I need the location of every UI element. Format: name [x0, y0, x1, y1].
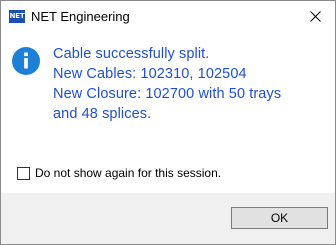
message-line: and 48 splices. [53, 106, 152, 122]
info-icon [12, 47, 40, 75]
message-text: Cable successfully split. New Cables: 10… [53, 44, 323, 124]
do-not-show-checkbox[interactable] [17, 167, 30, 180]
window-title: NET Engineering [31, 9, 130, 24]
app-logo-icon: NET [9, 10, 25, 23]
title-bar[interactable]: NET NET Engineering [1, 1, 335, 32]
close-button[interactable] [297, 2, 334, 31]
message-line: New Cables: 102310, 102504 [53, 66, 247, 82]
message-line: New Closure: 102700 with 50 trays [53, 86, 282, 102]
close-icon [310, 11, 321, 22]
dialog-window: NET NET Engineering Cable successfully s… [0, 0, 336, 245]
dialog-footer: OK [1, 193, 335, 244]
ok-button[interactable]: OK [231, 207, 328, 229]
message-line: Cable successfully split. [53, 46, 210, 62]
do-not-show-label[interactable]: Do not show again for this session. [35, 166, 221, 181]
